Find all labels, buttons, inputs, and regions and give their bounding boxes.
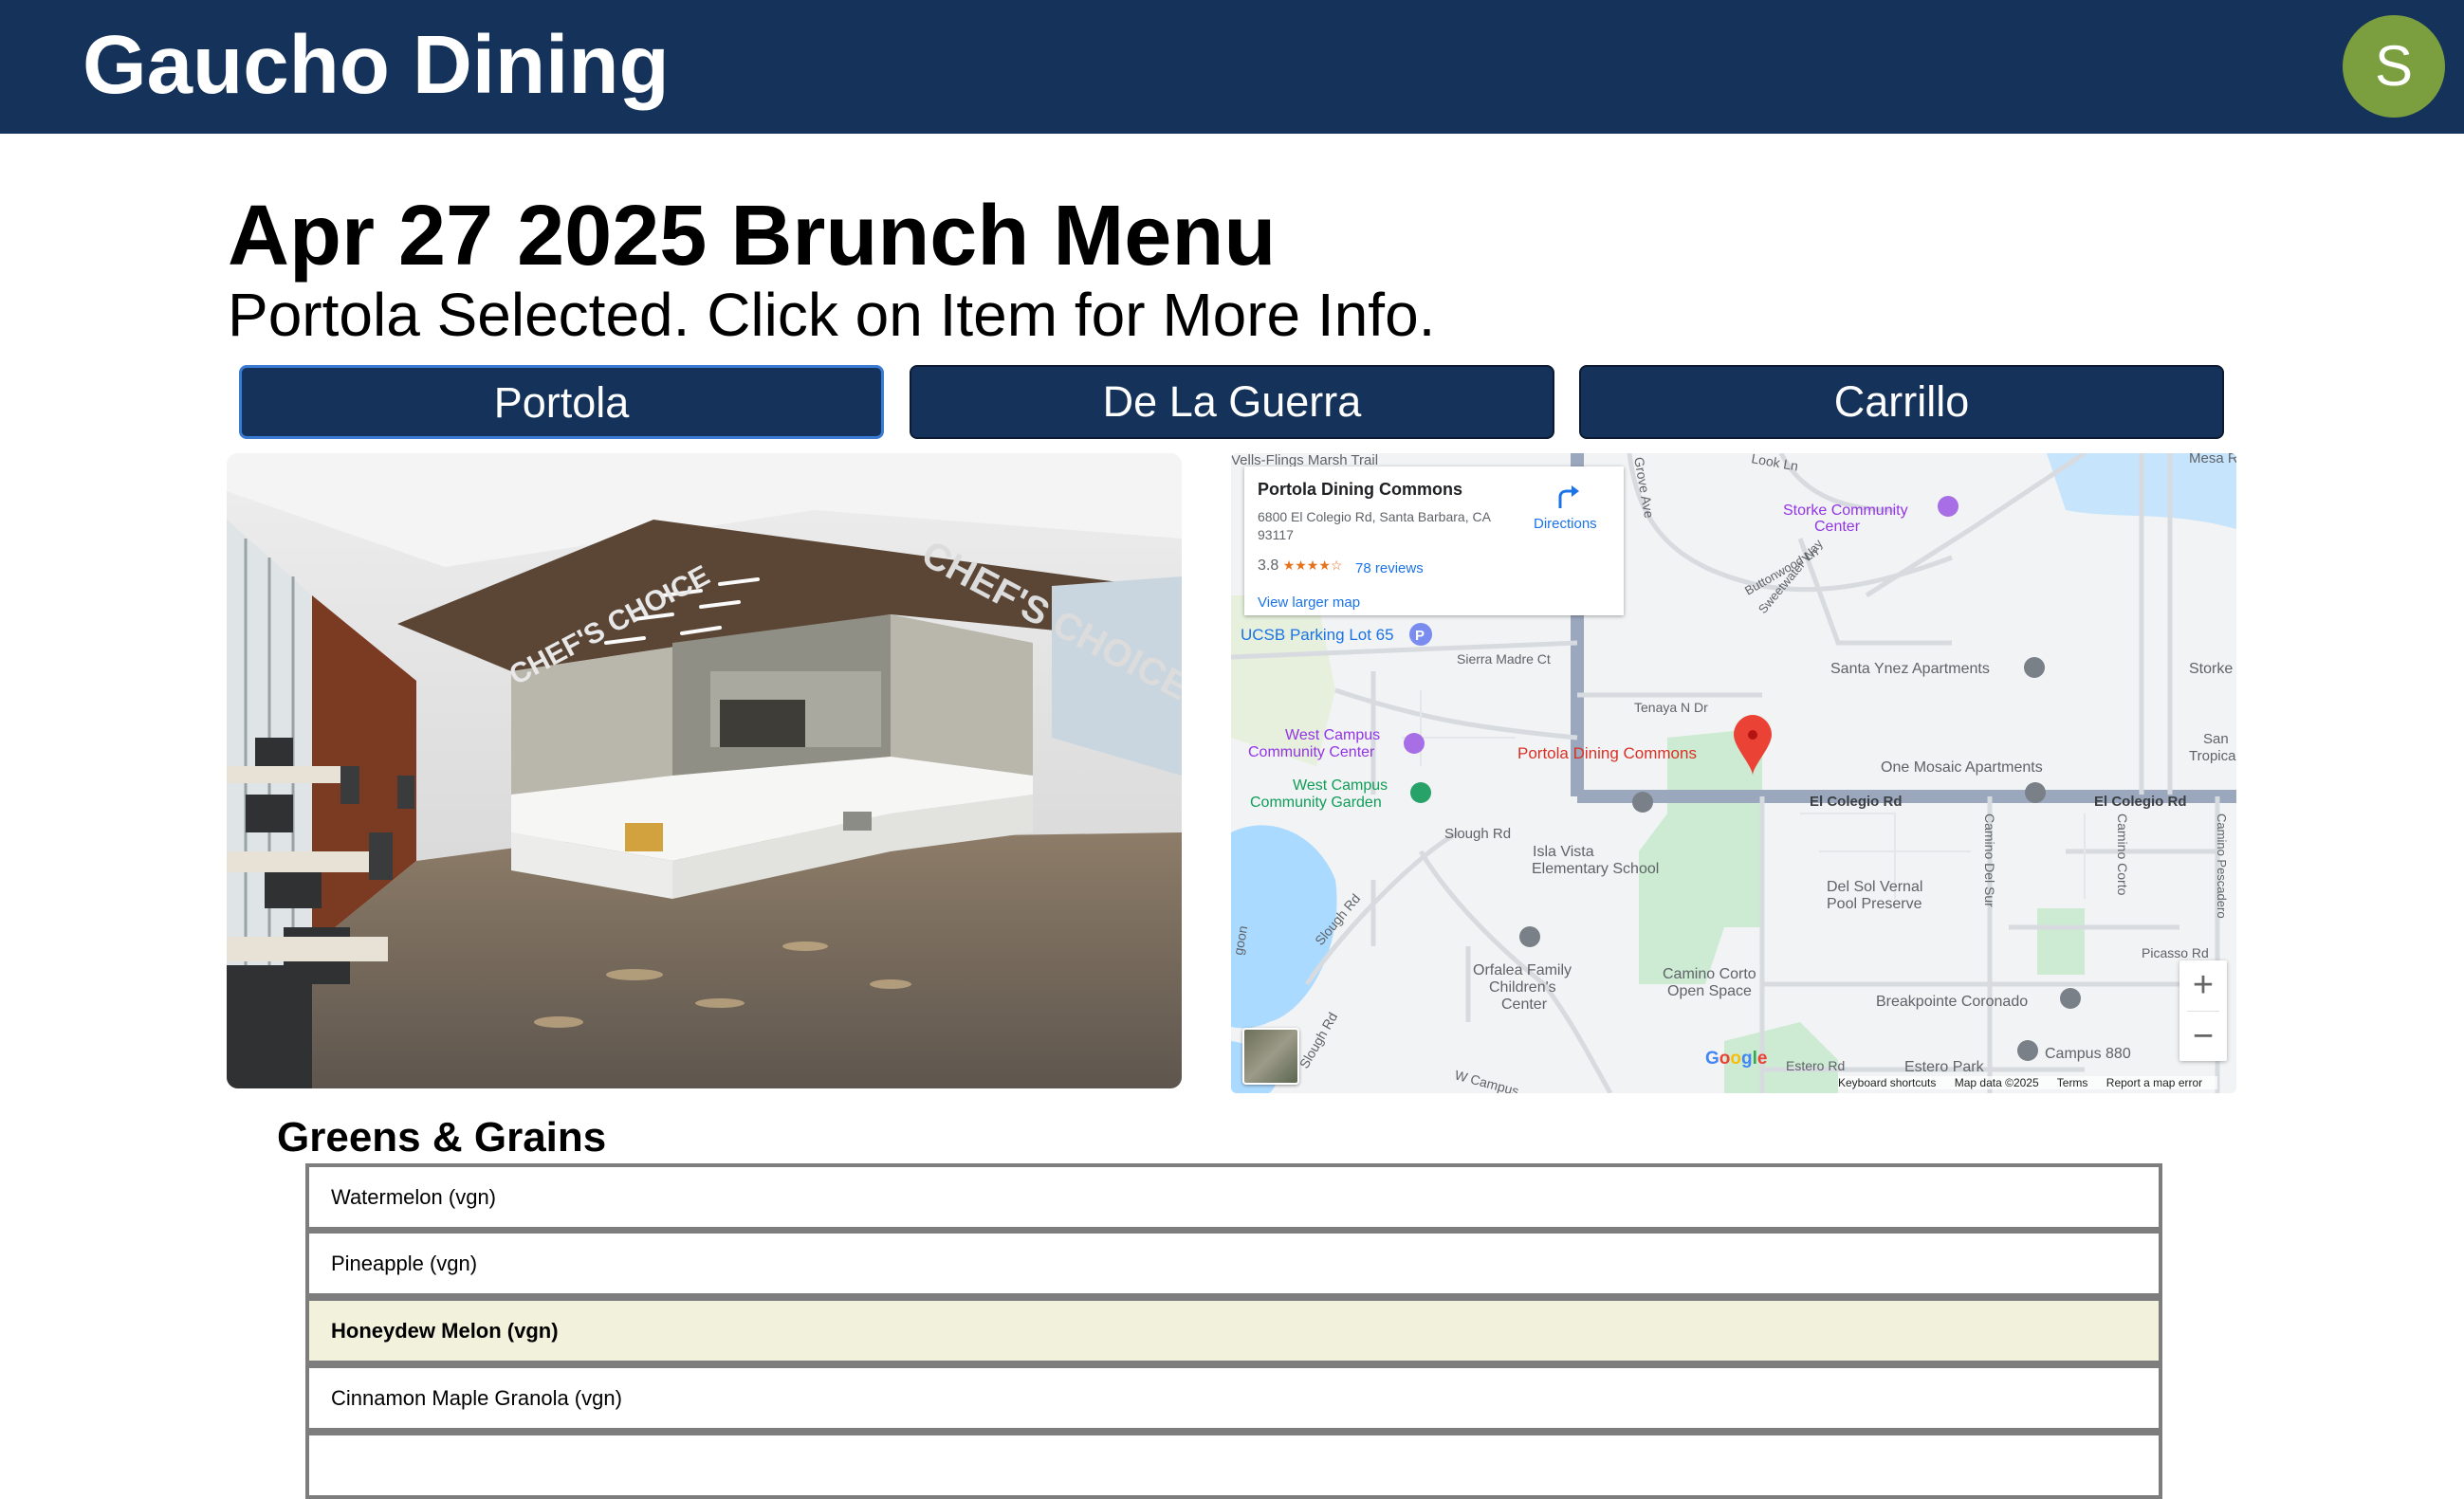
keyboard-shortcuts-link[interactable]: Keyboard shortcuts xyxy=(1838,1076,1936,1089)
menu-item[interactable]: Honeydew Melon (vgn) xyxy=(305,1297,2162,1364)
menu-item[interactable]: Watermelon (vgn) xyxy=(305,1163,2162,1231)
label-picasso: Picasso Rd xyxy=(2142,945,2209,960)
map-footer: Keyboard shortcuts Map data ©2025 Terms … xyxy=(1838,1076,2218,1089)
directions-link[interactable]: Directions xyxy=(1534,516,1597,532)
map-embed[interactable]: Vells-Flings Marsh Trail Grove Ave Look … xyxy=(1231,453,2236,1093)
view-larger-map-link[interactable]: View larger map xyxy=(1258,594,1360,611)
label-storke-cc-1: Storke Community xyxy=(1783,503,1908,519)
label-camino-del-sur: Camino Del Sur xyxy=(1982,813,1997,907)
label-estero-park: Estero Park xyxy=(1904,1059,1985,1075)
terms-link[interactable]: Terms xyxy=(2057,1076,2088,1089)
google-logo: Google xyxy=(1705,1049,1767,1069)
label-camino-corto: Camino Corto xyxy=(2115,813,2130,896)
label-orfalea-3: Center xyxy=(1501,996,1548,1013)
google-logo-e: e xyxy=(1756,1049,1768,1069)
label-west-campus-garden-2: Community Garden xyxy=(1250,795,1382,811)
map-data-text: Map data ©2025 xyxy=(1954,1076,2039,1089)
label-storke: Storke xyxy=(2189,661,2233,677)
label-portola-pin: Portola Dining Commons xyxy=(1517,744,1697,762)
menu-item[interactable] xyxy=(305,1432,2162,1499)
tab-de-la-guerra[interactable]: De La Guerra xyxy=(910,365,1554,439)
section-title: Greens & Grains xyxy=(277,1114,607,1161)
label-del-sol-2: Pool Preserve xyxy=(1827,896,1922,912)
google-logo-o2: o xyxy=(1730,1049,1741,1069)
zoom-in-button[interactable]: + xyxy=(2179,960,2227,1010)
label-el-colegio-1: El Colegio Rd xyxy=(1810,794,1903,810)
label-tenaya: Tenaya N Dr xyxy=(1634,700,1708,715)
place-rating: 3.8 ★★★★☆ xyxy=(1258,558,1342,575)
page-title: Apr 27 2025 Brunch Menu xyxy=(228,189,1277,283)
google-logo-o1: o xyxy=(1719,1049,1731,1069)
dining-hall-illustration: CHEF'S CHOICE CHEF'S CHOICE xyxy=(227,453,1182,1088)
label-orfalea-1: Orfalea Family xyxy=(1473,962,1572,978)
label-san: San xyxy=(2203,731,2229,747)
place-name[interactable]: Portola Dining Commons xyxy=(1258,480,1462,500)
label-west-campus-cc-1: West Campus xyxy=(1285,727,1380,743)
label-storke-cc-2: Center xyxy=(1814,519,1861,535)
label-mesa: Mesa R xyxy=(2189,453,2236,466)
app-title[interactable]: Gaucho Dining xyxy=(83,13,670,118)
tab-carrillo[interactable]: Carrillo xyxy=(1579,365,2224,439)
zoom-out-button[interactable]: − xyxy=(2179,1012,2227,1061)
reviews-link[interactable]: 78 reviews xyxy=(1355,560,1424,576)
label-sierra-madre: Sierra Madre Ct xyxy=(1457,651,1551,667)
label-campus-880: Campus 880 xyxy=(2045,1046,2131,1062)
place-info-card: Portola Dining Commons 6800 El Colegio R… xyxy=(1244,466,1624,615)
label-tropicana: Tropicana xyxy=(2189,748,2236,764)
satellite-toggle-button[interactable] xyxy=(1242,1028,1299,1085)
label-santa-ynez: Santa Ynez Apartments xyxy=(1830,661,1990,677)
label-camino-corto-open-2: Open Space xyxy=(1667,983,1752,999)
menu-item[interactable]: Pineapple (vgn) xyxy=(305,1230,2162,1297)
page-subtitle: Portola Selected. Click on Item for More… xyxy=(228,281,1436,349)
label-isla-vista-2: Elementary School xyxy=(1532,861,1659,877)
user-avatar[interactable]: S xyxy=(2343,15,2445,118)
place-address: 6800 El Colegio Rd, Santa Barbara, CA 93… xyxy=(1258,509,1491,542)
label-camino-pescadero: Camino Pescadero xyxy=(2215,813,2229,919)
google-logo-g2: g xyxy=(1741,1049,1753,1069)
google-logo-g: G xyxy=(1705,1049,1719,1069)
label-one-mosaic: One Mosaic Apartments xyxy=(1881,759,2043,776)
label-isla-vista-1: Isla Vista xyxy=(1533,844,1594,860)
rating-value: 3.8 xyxy=(1258,558,1279,574)
star-rating-icon: ★★★★☆ xyxy=(1282,558,1343,573)
label-del-sol-1: Del Sol Vernal xyxy=(1827,879,1922,895)
label-breakpointe: Breakpointe Coronado xyxy=(1876,994,2028,1010)
menu-item[interactable]: Cinnamon Maple Granola (vgn) xyxy=(305,1364,2162,1432)
label-camino-corto-open-1: Camino Corto xyxy=(1663,966,1756,982)
map-zoom-controls: + − xyxy=(2179,960,2227,1061)
directions-icon[interactable] xyxy=(1553,482,1581,510)
label-parking-lot: UCSB Parking Lot 65 xyxy=(1241,626,1394,644)
dining-hall-photo: CHEF'S CHOICE CHEF'S CHOICE xyxy=(227,453,1182,1088)
label-slough-rd: Slough Rd xyxy=(1444,826,1511,842)
label-orfalea-2: Children's xyxy=(1489,979,1556,996)
label-estero-rd: Estero Rd xyxy=(1786,1058,1845,1073)
top-bar: Gaucho Dining S xyxy=(0,0,2464,134)
label-west-campus-cc-2: Community Center xyxy=(1248,744,1375,760)
label-west-campus-garden-1: West Campus xyxy=(1293,777,1388,794)
svg-text:P: P xyxy=(1415,628,1425,644)
report-error-link[interactable]: Report a map error xyxy=(2106,1076,2202,1089)
tab-portola[interactable]: Portola xyxy=(239,365,884,439)
label-el-colegio-2: El Colegio Rd xyxy=(2094,794,2187,810)
